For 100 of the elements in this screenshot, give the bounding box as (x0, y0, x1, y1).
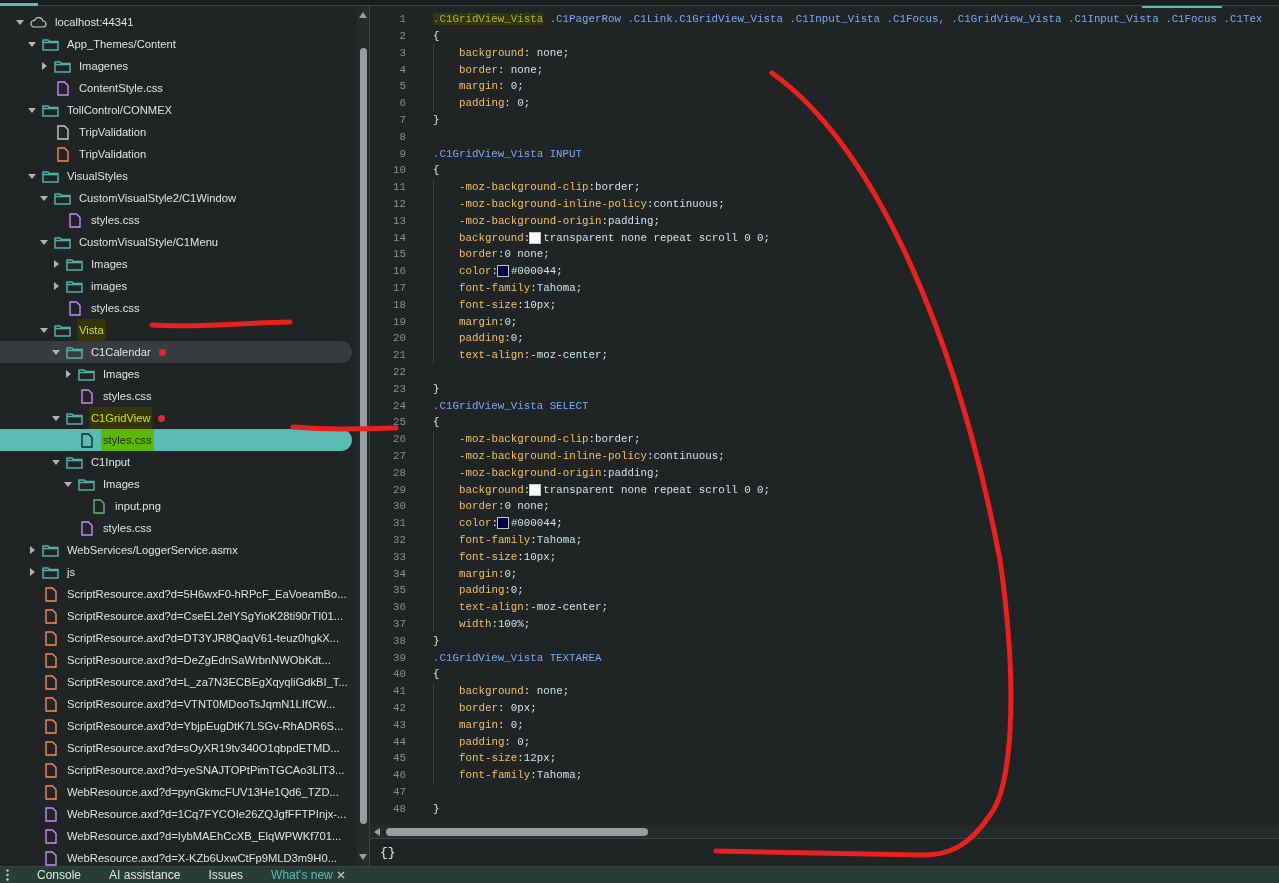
code-text: -moz-background-clip:border; (459, 432, 641, 448)
item-label: C1GridView (89, 407, 153, 429)
caret-icon[interactable] (40, 238, 48, 246)
scroll-up-icon[interactable] (359, 12, 367, 18)
drawer-tab[interactable]: AI assistance (109, 868, 181, 882)
caret-icon[interactable] (28, 172, 36, 180)
pretty-print-button[interactable]: {} (380, 842, 396, 863)
caret-icon[interactable] (16, 18, 24, 26)
caret-icon[interactable] (28, 40, 36, 48)
tree-item[interactable]: TollControl/CONMEX (0, 99, 352, 121)
tree-item[interactable]: WebServices/LoggerService.asmx (0, 539, 352, 561)
tree-item[interactable]: WebResource.axd?d=1Cq7FYCOIe26ZQJgfFFTPInjx-... (0, 803, 352, 825)
drawer-tab[interactable]: Issues (208, 868, 244, 882)
tree-item[interactable]: styles.css (0, 429, 352, 451)
code-text: color: #000044; (459, 264, 563, 280)
tree-item[interactable]: ScriptResource.axd?d=DeZgEdnSaWrbnNWObKdt... (0, 649, 352, 671)
tree-item[interactable]: Images (0, 253, 352, 275)
item-label: WebResource.axd?d=X-KZb6UxwCtFp9MLD3m9H0... (66, 851, 338, 866)
folder-icon (42, 37, 59, 51)
tree-item[interactable]: js (0, 561, 352, 583)
caret-icon[interactable] (52, 260, 60, 268)
tree-item[interactable]: C1Input (0, 451, 352, 473)
tree-item[interactable]: styles.css (0, 297, 352, 319)
more-icon[interactable] (6, 869, 9, 881)
caret-icon[interactable] (40, 62, 48, 70)
caret-icon[interactable] (40, 326, 48, 334)
tree-item[interactable]: images (0, 275, 352, 297)
tree-item[interactable]: C1Calendar (0, 341, 352, 363)
tree-item[interactable]: ScriptResource.axd?d=YbjpEugDtK7LSGv-RhADR6S... (0, 715, 352, 737)
code-text: } (433, 633, 440, 649)
caret-icon[interactable] (40, 194, 48, 202)
item-label: ScriptResource.axd?d=5H6wxF0-hRPcF_EaVoeamBo... (66, 587, 348, 602)
caret-icon[interactable] (64, 480, 72, 488)
code-text: -moz-background-origin:padding; (459, 465, 660, 481)
line-number: 33 (392, 549, 407, 565)
tree-item[interactable]: C1GridView (0, 407, 352, 429)
folder-icon (42, 543, 59, 557)
folder-icon (78, 477, 95, 491)
item-label: CustomVisualStyle2/C1Window (78, 191, 238, 206)
line-number: 42 (392, 700, 407, 716)
tree-item[interactable]: WebResource.axd?d=IybMAEhCcXB_ElqWPWKf701... (0, 825, 352, 847)
item-label: TripValidation (78, 147, 148, 162)
drawer-tab[interactable]: What's new (271, 868, 345, 882)
color-swatch[interactable] (530, 232, 541, 243)
tree-item[interactable]: styles.css (0, 385, 352, 407)
tree-item[interactable]: ScriptResource.axd?d=5H6wxF0-hRPcF_EaVoeamBo... (0, 583, 352, 605)
item-label: input.png (114, 499, 163, 514)
tree-item[interactable]: TripValidation (0, 121, 352, 143)
tree-item[interactable]: ScriptResource.axd?d=CseEL2eIYSgYioK28ti90rTI01... (0, 605, 352, 627)
scroll-down-icon[interactable] (359, 854, 367, 860)
item-label: C1Calendar (90, 345, 152, 360)
tree-item[interactable]: styles.css (0, 517, 352, 539)
tree-item[interactable]: ScriptResource.axd?d=yeSNAJTOPtPimTGCAo3LIT3... (0, 759, 352, 781)
tree-item[interactable]: Vista (0, 319, 352, 341)
caret-icon[interactable] (52, 348, 60, 356)
tree-item[interactable]: TripValidation (0, 143, 352, 165)
tree-item[interactable]: Images (0, 473, 352, 495)
tree-item[interactable]: Imagenes (0, 55, 352, 77)
tree-item[interactable]: CustomVisualStyle2/C1Window (0, 187, 352, 209)
caret-icon[interactable] (52, 458, 60, 466)
tree-item[interactable]: localhost:44341 (0, 11, 352, 33)
color-swatch[interactable] (497, 266, 508, 277)
code-text: .C1GridView_Vista INPUT (433, 146, 583, 162)
tree-item[interactable]: CustomVisualStyle/C1Menu (0, 231, 352, 253)
caret-icon[interactable] (28, 546, 36, 554)
tree-item[interactable]: Images (0, 363, 352, 385)
scrollbar[interactable] (357, 6, 369, 866)
tree-item[interactable]: ScriptResource.axd?d=DT3YJR8QaqV61-teuz0hgkX... (0, 627, 352, 649)
horizontal-scrollbar[interactable] (370, 825, 1279, 838)
color-swatch[interactable] (497, 518, 508, 529)
code-text: } (433, 381, 440, 397)
tree-item[interactable]: VisualStyles (0, 165, 352, 187)
caret-icon[interactable] (52, 414, 60, 422)
code-text: color: #000044; (459, 516, 563, 532)
color-swatch[interactable] (530, 484, 541, 495)
caret-icon[interactable] (28, 568, 36, 576)
tree-item[interactable]: ScriptResource.axd?d=sOyXR19tv340O1qbpdETMD... (0, 737, 352, 759)
tree-item[interactable]: ScriptResource.axd?d=VTNT0MDooTsJqmN1LIfCW... (0, 693, 352, 715)
tree-item[interactable]: styles.css (0, 209, 352, 231)
line-number: 25 (392, 415, 407, 431)
code-text: font-size:12px; (459, 751, 557, 767)
item-label: styles.css (102, 389, 153, 404)
drawer-tab[interactable]: Console (37, 868, 82, 882)
tree-item[interactable]: ContentStyle.css (0, 77, 352, 99)
code-text: background: none; (459, 45, 570, 61)
close-icon[interactable] (336, 871, 345, 879)
caret-icon[interactable] (52, 282, 60, 290)
line-number: 45 (392, 751, 407, 767)
item-label: ScriptResource.axd?d=DeZgEdnSaWrbnNWObKdt... (66, 653, 332, 668)
tree-item[interactable]: WebResource.axd?d=pynGkmcFUV13He1Qd6_TZD... (0, 781, 352, 803)
tree-item[interactable]: App_Themes/Content (0, 33, 352, 55)
tree-item[interactable]: WebResource.axd?d=X-KZb6UxwCtFp9MLD3m9H0... (0, 847, 352, 869)
tree-item[interactable]: ScriptResource.axd?d=L_za7N3ECBEgXqyqliGdkBI_T... (0, 671, 352, 693)
caret-icon[interactable] (28, 106, 36, 114)
scroll-left-icon[interactable] (374, 827, 380, 836)
item-label: localhost:44341 (54, 15, 135, 30)
tree-item[interactable]: input.png (0, 495, 352, 517)
item-label: WebResource.axd?d=IybMAEhCcXB_ElqWPWKf701... (66, 829, 343, 844)
code-text: text-align:-moz-center; (459, 348, 609, 364)
caret-icon[interactable] (64, 370, 72, 378)
